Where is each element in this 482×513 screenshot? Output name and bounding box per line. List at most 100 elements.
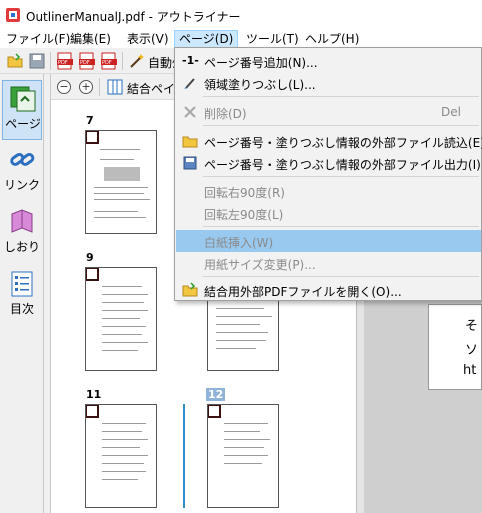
- page-thumbnail[interactable]: [85, 130, 157, 234]
- document-page: そ ソ ht: [428, 304, 482, 390]
- zoom-out-button[interactable]: −: [57, 80, 71, 94]
- open-folder-icon[interactable]: [6, 52, 24, 70]
- text-line: [102, 479, 138, 480]
- text-line: [224, 431, 260, 432]
- menu-help[interactable]: ヘルプ(H): [301, 30, 363, 48]
- sidebar: ページ リンク しおり 目次: [0, 74, 44, 513]
- menu-bar: ファイル(F) 編集(E) 表示(V) ページ(D) ツール(T) ヘルプ(H): [0, 30, 482, 48]
- page-number: 7: [86, 114, 94, 127]
- disk-icon: [183, 156, 197, 170]
- menu-edit[interactable]: 編集(E): [66, 30, 115, 48]
- window-title: OutlinerManualJ.pdf - アウトライナー: [26, 10, 241, 24]
- page-marker: [208, 405, 221, 418]
- toolbar-separator: [50, 52, 51, 70]
- menu-item-fill-region[interactable]: 領域塗りつぶし(L)...: [176, 72, 481, 94]
- text-line: [224, 439, 270, 440]
- save-icon[interactable]: [28, 52, 46, 70]
- menu-separator: [203, 226, 479, 227]
- folder-open-icon: [182, 136, 198, 148]
- sidebar-item-label: 目次: [9, 302, 34, 316]
- page-number-icon: -1-: [182, 54, 199, 67]
- text-line: [102, 471, 146, 472]
- brush-icon: [184, 78, 195, 89]
- menu-separator: [203, 276, 479, 277]
- menu-item-import-info[interactable]: ページ番号・塗りつぶし情報の外部ファイル読込(E)...: [176, 130, 482, 152]
- text-line: [102, 455, 148, 456]
- page-marker: [86, 268, 99, 281]
- delete-icon: [184, 106, 196, 118]
- figure-block: [104, 167, 140, 181]
- pdf-export-icon[interactable]: PDF: [78, 52, 96, 70]
- sidebar-item-links[interactable]: リンク: [2, 142, 42, 202]
- text-line: [216, 340, 266, 341]
- text-line: [224, 463, 262, 464]
- text-line: [102, 463, 144, 464]
- text-line: [94, 217, 146, 218]
- page-number: 11: [86, 388, 102, 401]
- pdf-merge-icon[interactable]: PDF: [100, 52, 118, 70]
- text-line: [102, 334, 142, 335]
- text-line: [102, 350, 138, 351]
- title-bar: OutlinerManualJ.pdf - アウトライナー: [0, 0, 482, 30]
- zoom-in-button[interactable]: +: [79, 80, 93, 94]
- menu-file[interactable]: ファイル(F): [2, 30, 74, 48]
- bookmark-icon: [11, 209, 33, 233]
- text-line: [224, 423, 268, 424]
- menu-separator: [203, 125, 479, 126]
- menu-item-label: 回転左90度(L): [204, 208, 284, 222]
- menu-item-label: 削除(D): [204, 107, 247, 121]
- sidebar-item-label: リンク: [3, 178, 40, 192]
- text-line: [102, 326, 146, 327]
- page-marker: [86, 131, 99, 144]
- text-line: [216, 316, 272, 317]
- sidebar-item-label: しおり: [3, 240, 40, 254]
- menu-item-change-paper-size[interactable]: 用紙サイズ変更(P)...: [176, 252, 481, 274]
- menu-item-label: ページ番号・塗りつぶし情報の外部ファイル読込(E)...: [204, 136, 482, 150]
- text-line: [216, 308, 264, 309]
- menu-item-label: 用紙サイズ変更(P)...: [204, 258, 316, 272]
- text-line: [102, 439, 148, 440]
- sidebar-item-pages[interactable]: ページ: [2, 80, 42, 140]
- insertion-marker: [183, 404, 185, 508]
- text-line: [94, 211, 138, 212]
- sidebar-item-bookmarks[interactable]: しおり: [2, 204, 42, 264]
- menu-item-rotate-right[interactable]: 回転右90度(R): [176, 180, 481, 202]
- menu-item-label: 回転右90度(R): [204, 186, 285, 200]
- menu-separator: [203, 96, 479, 97]
- text-line: [94, 193, 144, 194]
- wand-icon[interactable]: [128, 52, 146, 70]
- menu-item-open-merge-pdf[interactable]: 結合用外部PDFファイルを開く(O)...: [176, 279, 481, 301]
- text-line: [100, 159, 134, 160]
- menu-item-rotate-left[interactable]: 回転左90度(L): [176, 202, 481, 224]
- text-line: [216, 348, 256, 349]
- page-thumbnail[interactable]: [85, 267, 157, 371]
- menu-item-delete[interactable]: 削除(D) Del: [176, 101, 481, 123]
- sidebar-item-label: ページ: [5, 117, 41, 131]
- text-line: [102, 318, 140, 319]
- sidebar-item-toc[interactable]: 目次: [2, 266, 42, 326]
- text-line: [102, 286, 142, 287]
- page-thumbnail-selected[interactable]: [207, 404, 279, 508]
- menu-page[interactable]: ページ(D): [174, 30, 239, 48]
- pages-icon: [10, 86, 36, 112]
- menu-item-label: 領域塗りつぶし(L)...: [204, 78, 316, 92]
- svg-text:PDF: PDF: [80, 60, 90, 66]
- page-thumbnail[interactable]: [85, 404, 157, 508]
- menu-separator: [203, 176, 479, 177]
- toolbar-separator: [122, 52, 123, 70]
- pdf-icon[interactable]: PDF: [56, 52, 74, 70]
- text-line: [102, 447, 140, 448]
- menu-tools[interactable]: ツール(T): [242, 30, 303, 48]
- menu-view[interactable]: 表示(V): [123, 30, 173, 48]
- menu-item-label: 結合用外部PDFファイルを開く(O)...: [204, 285, 402, 299]
- menu-item-export-info[interactable]: ページ番号・塗りつぶし情報の外部ファイル出力(I)...: [176, 152, 482, 174]
- menu-item-shortcut: Del: [441, 105, 461, 119]
- page-marker: [86, 405, 99, 418]
- menu-item-insert-blank[interactable]: 白紙挿入(W): [176, 230, 481, 252]
- menu-item-add-page-number[interactable]: -1- ページ番号追加(N)...: [176, 50, 481, 72]
- text-line: [102, 431, 142, 432]
- toolbar-separator: [99, 78, 100, 96]
- merge-pane-icon[interactable]: [107, 79, 123, 95]
- link-icon: [10, 152, 35, 166]
- page-menu-dropdown: -1- ページ番号追加(N)... 領域塗りつぶし(L)... 削除(D) De…: [174, 47, 482, 301]
